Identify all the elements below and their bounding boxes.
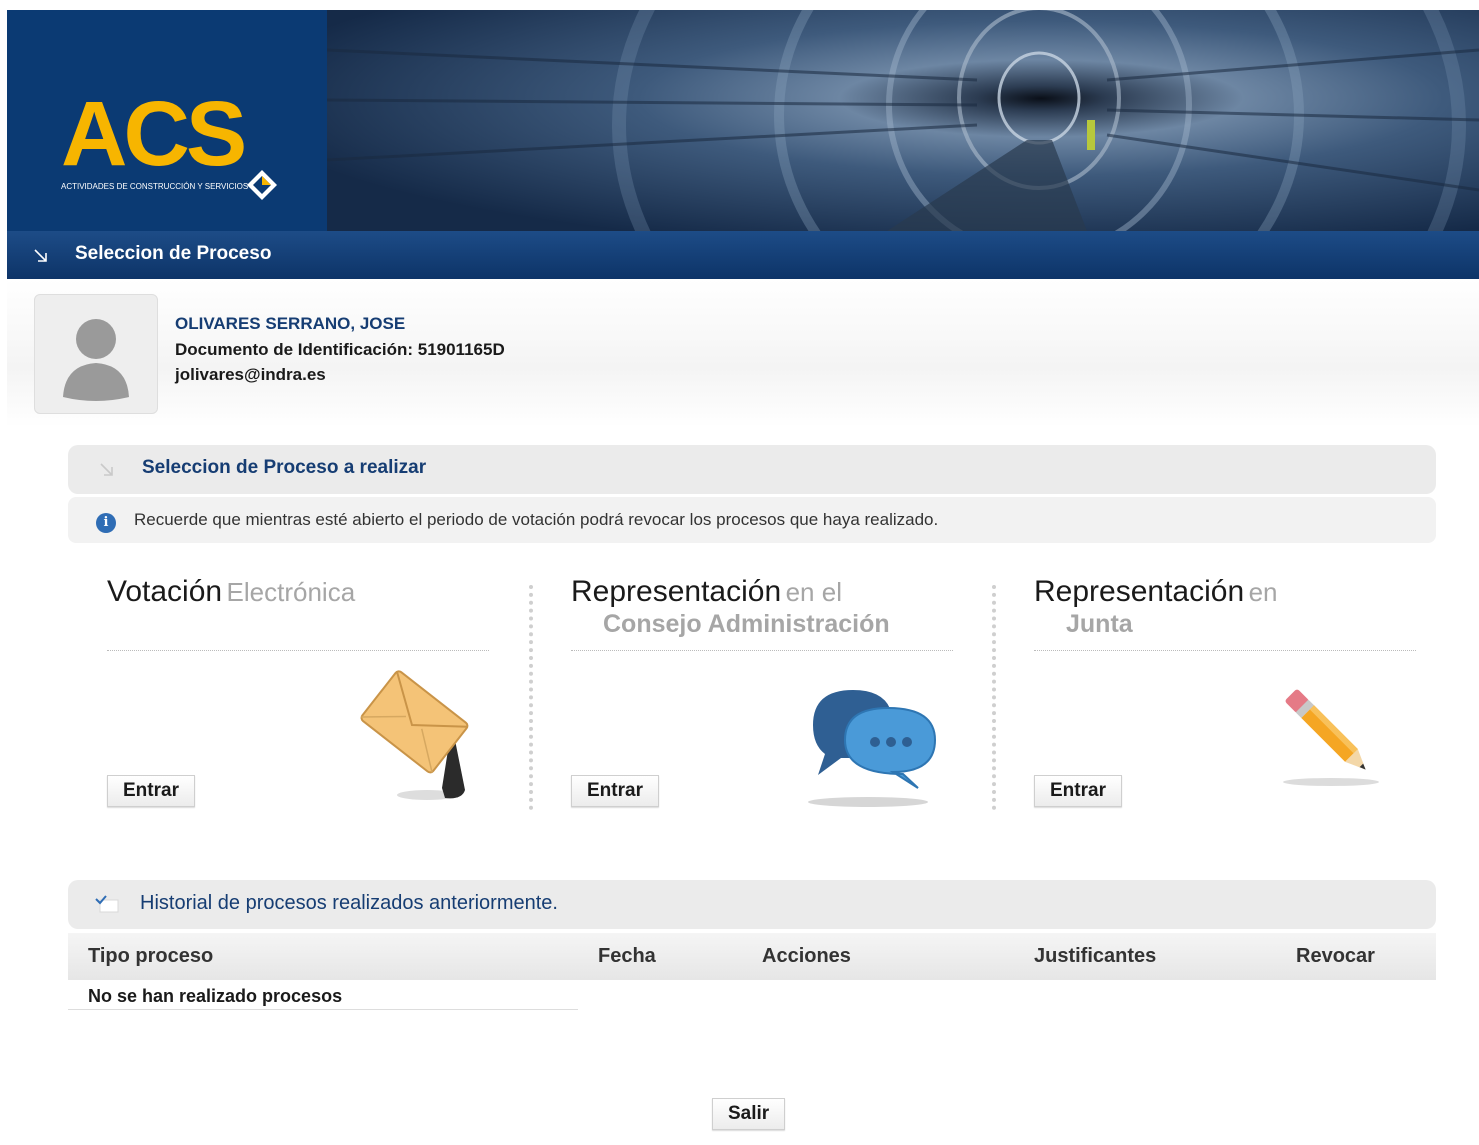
- process-title: Votación: [107, 575, 223, 608]
- column-header-revoke: Revocar: [1296, 945, 1375, 967]
- info-icon: i: [96, 513, 116, 533]
- process-card-meeting-representation: Representación en Junta Entrar: [1034, 575, 1424, 815]
- column-header-receipts: Justificantes: [1034, 945, 1157, 967]
- column-header-date: Fecha: [598, 945, 656, 967]
- user-document: Documento de Identificación: 51901165D: [175, 340, 505, 359]
- divider: [571, 650, 953, 651]
- speech-bubbles-icon: [808, 690, 937, 807]
- arrow-down-right-icon: [34, 249, 47, 262]
- envelope-icon: [360, 670, 469, 800]
- process-subtitle: en el: [785, 577, 842, 607]
- empty-message: No se han realizado procesos: [88, 986, 343, 1006]
- process-card-electronic-vote: Votación Electrónica Entrar: [107, 575, 497, 815]
- pencil-icon: [1283, 689, 1379, 786]
- enter-electronic-vote-button[interactable]: Entrar: [107, 775, 195, 807]
- process-selection-header: Seleccion de Proceso a realizar: [68, 445, 1436, 494]
- page-title: Seleccion de Proceso: [75, 243, 272, 264]
- process-subtitle-line2: Consejo Administración: [603, 610, 890, 638]
- info-notice: i Recuerde que mientras esté abierto el …: [68, 497, 1436, 543]
- divider: [107, 650, 489, 651]
- process-subtitle-line2: Junta: [1066, 610, 1133, 638]
- user-name: OLIVARES SERRANO, JOSE: [175, 314, 406, 333]
- process-subtitle: en: [1248, 577, 1278, 607]
- header-banner: ACS ACTIVIDADES DE CONSTRUCCIÓN Y SERVIC…: [7, 10, 1479, 231]
- arrow-down-right-icon: [100, 463, 113, 476]
- table-row: No se han realizado procesos: [68, 980, 578, 1010]
- user-info: OLIVARES SERRANO, JOSE Documento de Iden…: [7, 279, 1479, 427]
- section-title: Seleccion de Proceso a realizar: [142, 457, 427, 478]
- divider: [1034, 650, 1416, 651]
- logo-panel: ACS ACTIVIDADES DE CONSTRUCCIÓN Y SERVIC…: [7, 10, 327, 231]
- process-card-board-representation: Representación en el Consejo Administrac…: [571, 575, 961, 815]
- user-email: jolivares@indra.es: [175, 365, 326, 384]
- history-title: Historial de procesos realizados anterio…: [140, 892, 558, 914]
- column-separator: [992, 585, 996, 810]
- avatar: [34, 294, 158, 414]
- history-check-icon: [95, 895, 119, 913]
- enter-meeting-representation-button[interactable]: Entrar: [1034, 775, 1122, 807]
- history-header: Historial de procesos realizados anterio…: [68, 880, 1436, 929]
- history-table-header: Tipo proceso Fecha Acciones Justificante…: [68, 933, 1436, 980]
- process-subtitle: Electrónica: [226, 577, 356, 607]
- logo-tagline: ACTIVIDADES DE CONSTRUCCIÓN Y SERVICIOS: [61, 182, 249, 191]
- process-title: Representación: [1034, 575, 1245, 608]
- column-separator: [529, 585, 533, 810]
- user-silhouette-icon: [63, 319, 129, 401]
- enter-board-representation-button[interactable]: Entrar: [571, 775, 659, 807]
- acs-logo: ACS: [61, 83, 247, 185]
- column-header-type: Tipo proceso: [88, 945, 214, 967]
- process-title: Representación: [571, 575, 782, 608]
- diamond-logo-icon: [247, 170, 277, 200]
- notice-text: Recuerde que mientras esté abierto el pe…: [134, 510, 939, 529]
- page-title-bar: Seleccion de Proceso: [7, 231, 1479, 279]
- exit-button[interactable]: Salir: [712, 1098, 786, 1130]
- tunnel-photo: [327, 10, 1479, 231]
- column-header-actions: Acciones: [762, 945, 851, 967]
